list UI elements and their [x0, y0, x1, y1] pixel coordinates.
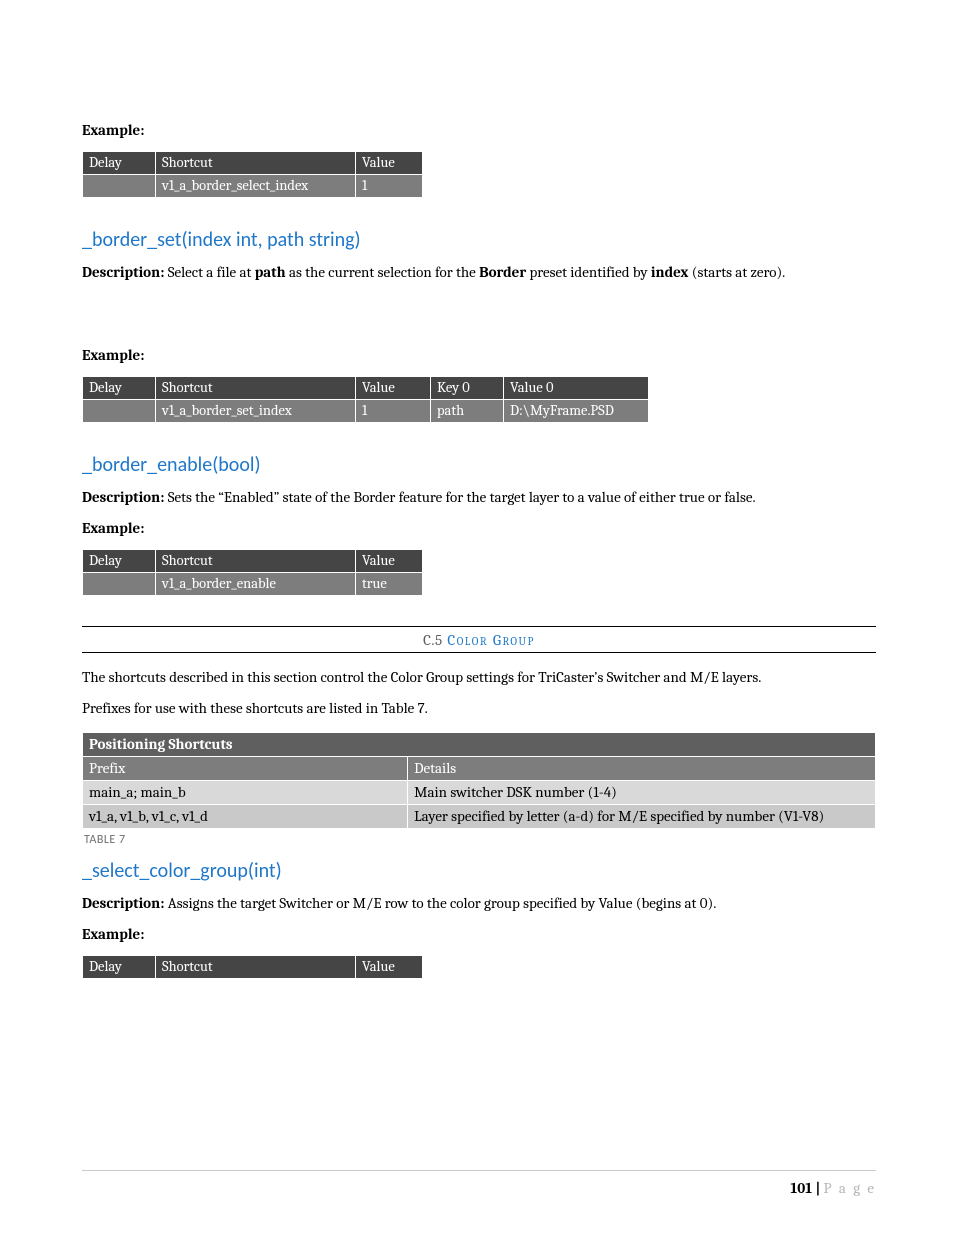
example-label: Example:	[82, 925, 876, 943]
th-delay: Delay	[83, 955, 156, 978]
paragraph: Prefixes for use with these shortcuts ar…	[82, 698, 876, 720]
desc-text: as the current selection for the	[286, 263, 479, 281]
page-footer: 101 | P a g e	[790, 1179, 876, 1197]
function-heading-border-enable: _border_enable(bool)	[82, 453, 876, 477]
desc-label: Description:	[82, 263, 164, 281]
td-value: 1	[356, 399, 431, 422]
th-shortcut: Shortcut	[156, 152, 356, 175]
th-delay: Delay	[83, 376, 156, 399]
table-caption: TABLE 7	[84, 833, 876, 847]
document-page: Example: Delay Shortcut Value v1_a_borde…	[0, 0, 954, 1235]
td-shortcut: v1_a_border_set_index	[156, 399, 356, 422]
footer-sep: |	[812, 1179, 823, 1197]
section-header-bar: C.5 Color Group	[82, 626, 876, 653]
td-details: Main switcher DSK number (1-4)	[408, 781, 876, 805]
th-delay: Delay	[83, 549, 156, 572]
th-value: Value	[356, 152, 423, 175]
positioning-shortcuts-table: Positioning Shortcuts Prefix Details mai…	[82, 732, 876, 829]
example-table-1: Delay Shortcut Value v1_a_border_select_…	[82, 151, 423, 198]
th-value: Value	[356, 955, 423, 978]
th-shortcut: Shortcut	[156, 955, 356, 978]
td-prefix: v1_a, v1_b, v1_c, v1_d	[83, 805, 408, 829]
page-word: P a g e	[824, 1179, 876, 1197]
desc-text: (starts at zero).	[688, 263, 785, 281]
desc-path: path	[255, 263, 286, 281]
page-number: 101	[790, 1179, 812, 1197]
desc-label: Description:	[82, 488, 164, 506]
td-shortcut: v1_a_border_enable	[156, 572, 356, 595]
desc-text: Assigns the target Switcher or M/E row t…	[164, 894, 716, 912]
th-details: Details	[408, 757, 876, 781]
section-number: C.5	[423, 631, 443, 649]
th-value0: Value 0	[504, 376, 649, 399]
td-key0: path	[431, 399, 504, 422]
th-key0: Key 0	[431, 376, 504, 399]
function-heading-border-set: _border_set(index int, path string)	[82, 228, 876, 252]
th-shortcut: Shortcut	[156, 549, 356, 572]
td-details: Layer specified by letter (a-d) for M/E …	[408, 805, 876, 829]
example-label: Example:	[82, 519, 876, 537]
td-prefix: main_a; main_b	[83, 781, 408, 805]
th-prefix: Prefix	[83, 757, 408, 781]
desc-border: Border	[479, 263, 526, 281]
example-label: Example:	[82, 346, 876, 364]
th-delay: Delay	[83, 152, 156, 175]
example-label: Example:	[82, 121, 876, 139]
paragraph: The shortcuts described in this section …	[82, 667, 876, 689]
function-heading-select-color-group: _select_color_group(int)	[82, 859, 876, 883]
desc-label: Description:	[82, 894, 164, 912]
table-title: Positioning Shortcuts	[83, 733, 876, 757]
th-value: Value	[356, 376, 431, 399]
td-delay	[83, 572, 156, 595]
desc-text: preset identified by	[526, 263, 651, 281]
example-table-4: Delay Shortcut Value	[82, 955, 423, 979]
description-select-color-group: Description: Assigns the target Switcher…	[82, 893, 876, 915]
description-border-set: Description: Select a file at path as th…	[82, 262, 876, 284]
description-border-enable: Description: Sets the “Enabled” state of…	[82, 487, 876, 509]
td-delay	[83, 175, 156, 198]
td-value: 1	[356, 175, 423, 198]
section-title: Color Group	[443, 631, 535, 649]
example-table-3: Delay Shortcut Value v1_a_border_enable …	[82, 549, 423, 596]
td-delay	[83, 399, 156, 422]
th-value: Value	[356, 549, 423, 572]
td-shortcut: v1_a_border_select_index	[156, 175, 356, 198]
desc-text: Select a file at	[164, 263, 254, 281]
td-value0: D:\MyFrame.PSD	[504, 399, 649, 422]
desc-text: Sets the “Enabled” state of the Border f…	[164, 488, 755, 506]
desc-index: index	[651, 263, 689, 281]
footer-rule	[82, 1170, 876, 1171]
th-shortcut: Shortcut	[156, 376, 356, 399]
td-value: true	[356, 572, 423, 595]
example-table-2: Delay Shortcut Value Key 0 Value 0 v1_a_…	[82, 376, 649, 423]
